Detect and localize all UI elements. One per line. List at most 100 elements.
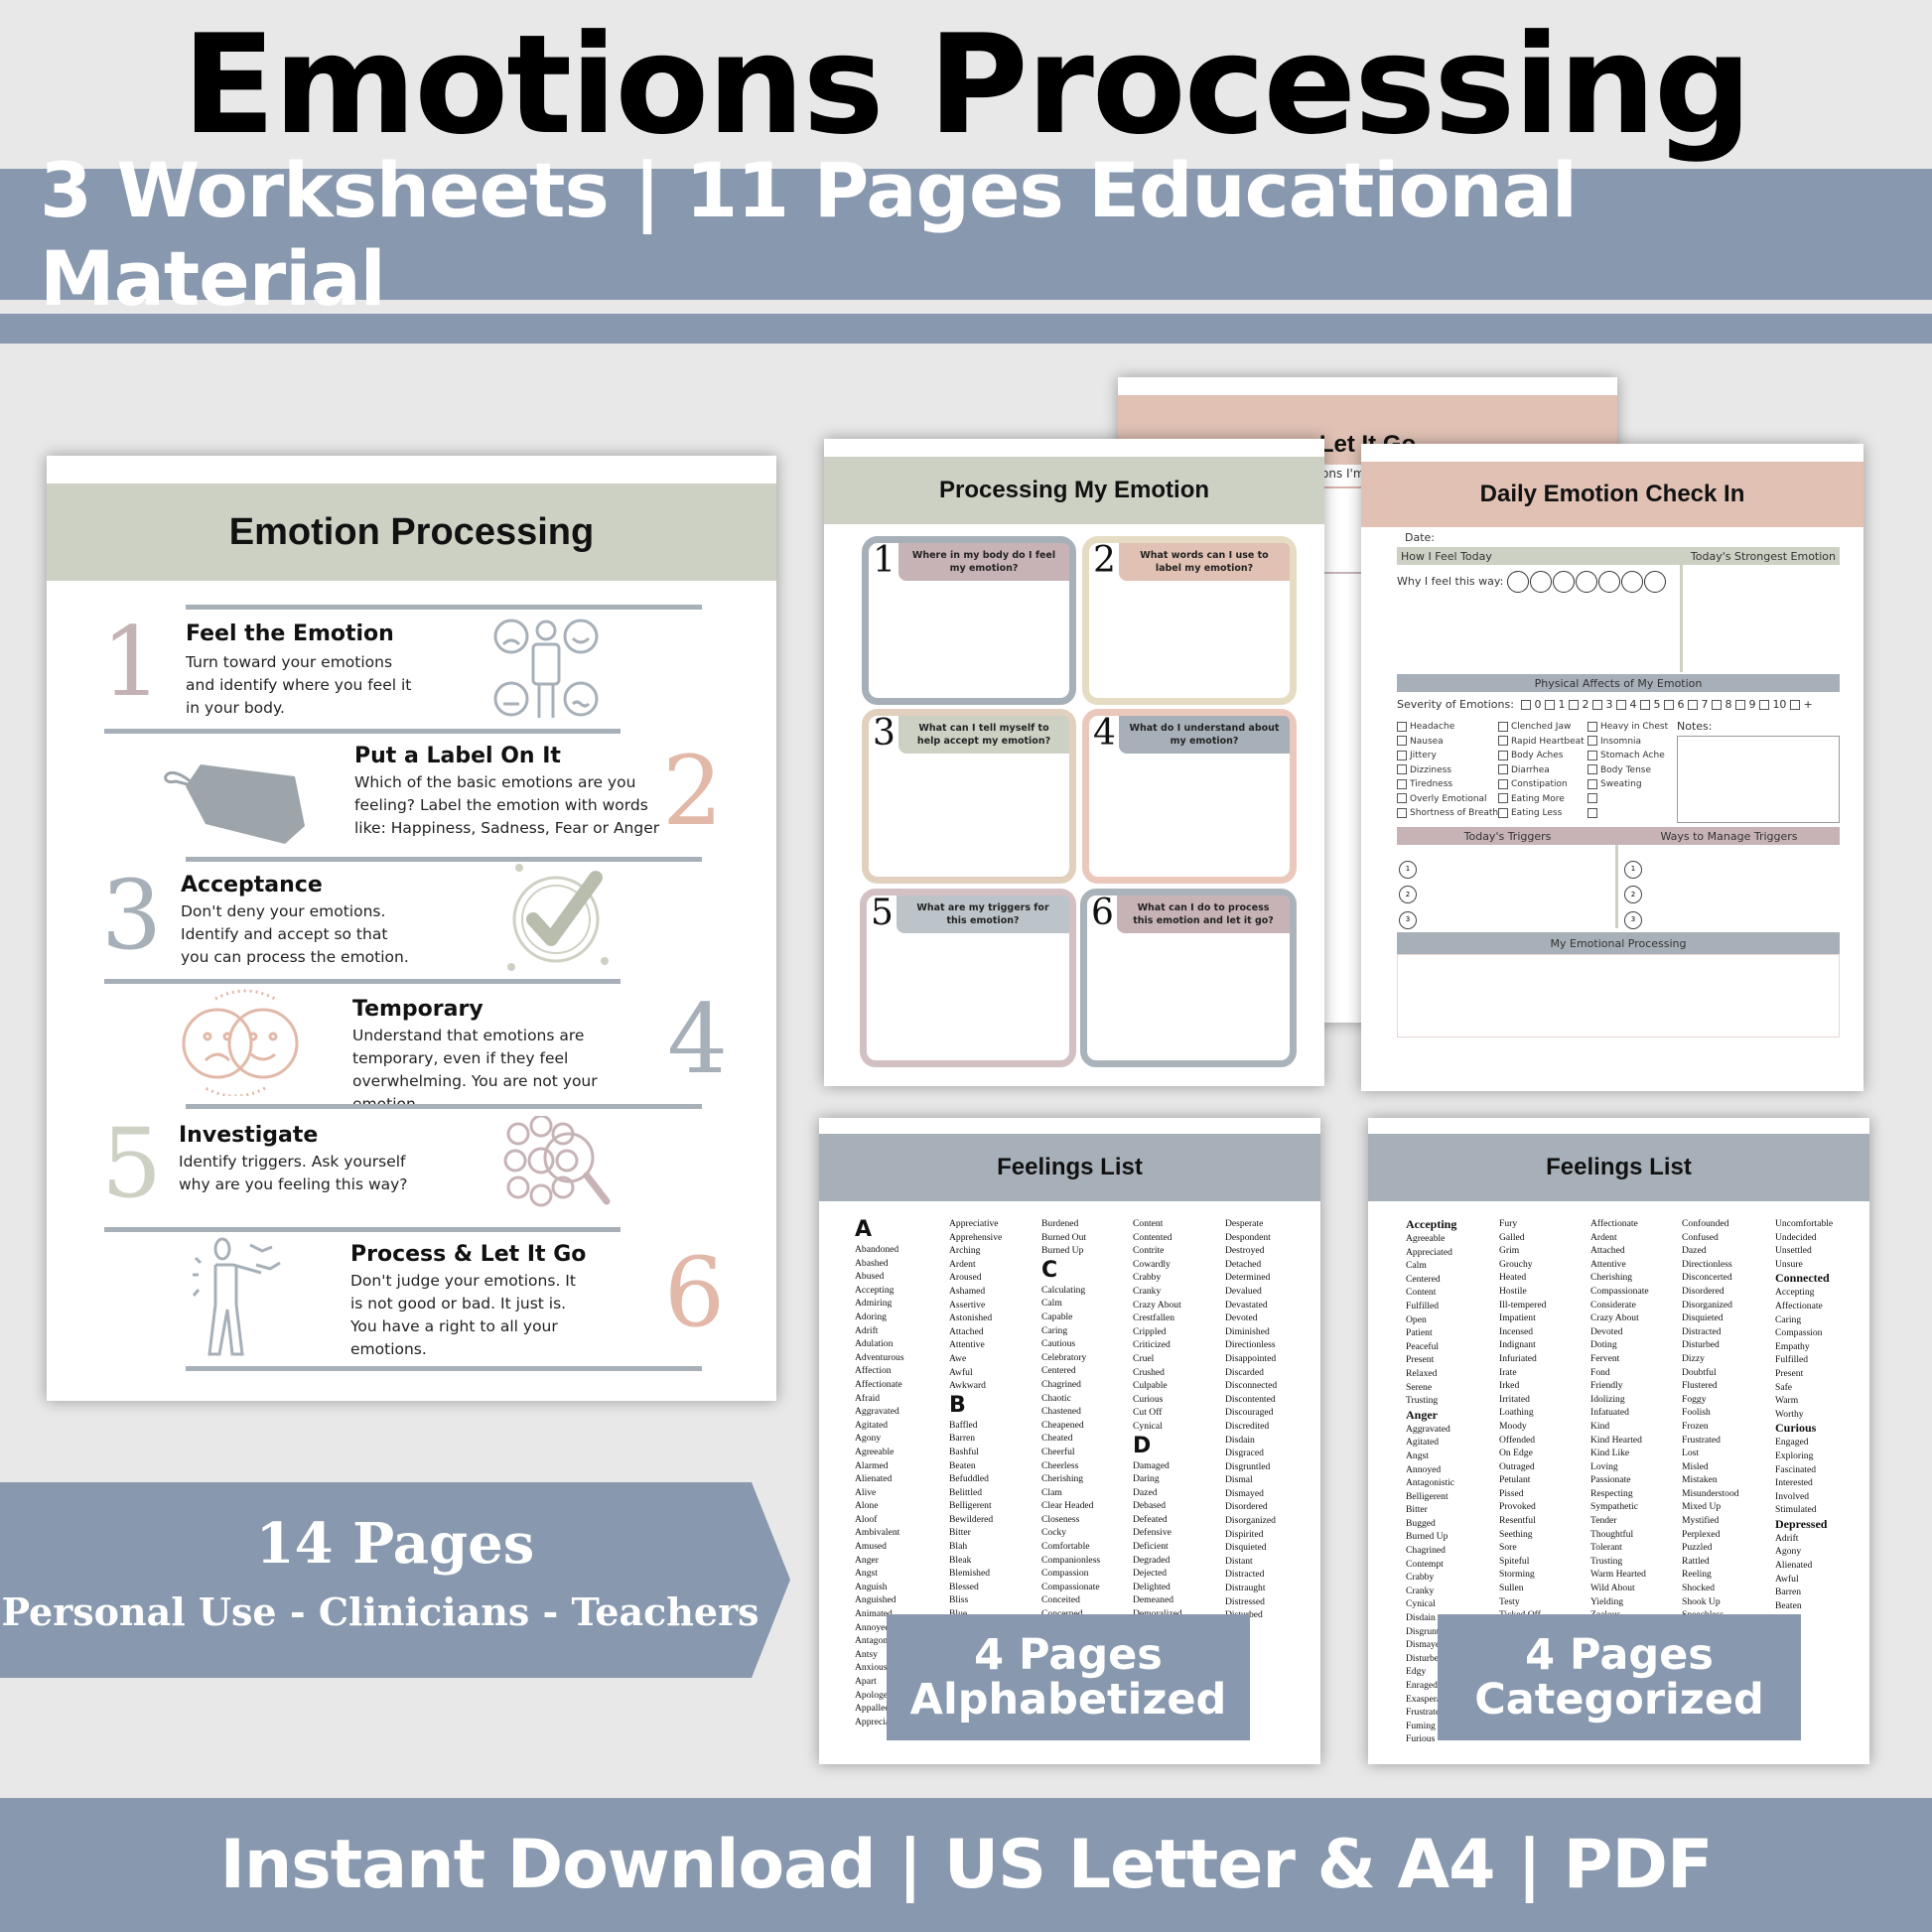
checkbox[interactable] [1587, 793, 1597, 803]
checkbox[interactable] [1759, 700, 1770, 710]
symptom-item[interactable]: Nausea [1397, 735, 1498, 750]
question-box[interactable]: 2 What words can I use to label my emoti… [1082, 536, 1297, 705]
feeling-word: Frustrated [1682, 1434, 1721, 1446]
trigger-slot[interactable]: 2 [1399, 879, 1417, 903]
feeling-word: Angst [1406, 1449, 1429, 1461]
symptom-item[interactable]: Eating Less [1498, 806, 1585, 821]
severity-option[interactable]: 8 [1712, 698, 1731, 711]
symptom-label: Heavy in Chest [1600, 722, 1669, 732]
symptom-item[interactable]: Tiredness [1397, 777, 1498, 792]
checkbox[interactable] [1397, 764, 1407, 774]
severity-option[interactable]: 6 [1664, 698, 1684, 711]
checkbox[interactable] [1521, 700, 1532, 710]
checkbox[interactable] [1397, 750, 1407, 760]
checkbox[interactable] [1587, 736, 1597, 746]
notes-box[interactable] [1677, 736, 1840, 823]
checkbox[interactable] [1664, 700, 1675, 710]
symptom-item[interactable]: Insomnia [1587, 735, 1668, 750]
severity-option[interactable]: 3 [1592, 698, 1612, 711]
symptom-item[interactable] [1587, 792, 1668, 807]
feeling-word: Dispirited [1225, 1528, 1264, 1540]
feeling-word: Unsettled [1775, 1245, 1812, 1257]
symptom-item[interactable]: Body Tense [1587, 763, 1668, 778]
symptom-item[interactable]: Dizziness [1397, 763, 1498, 778]
feeling-word: Adulation [855, 1338, 894, 1350]
checkbox[interactable] [1735, 700, 1746, 710]
checkbox[interactable] [1587, 721, 1597, 732]
severity-option[interactable]: 9 [1735, 698, 1755, 711]
symptom-item[interactable]: Constipation [1498, 777, 1585, 792]
face-sad-icon[interactable] [1529, 571, 1552, 593]
face-neutral-icon[interactable] [1620, 571, 1643, 593]
symptom-label: Body Tense [1600, 764, 1652, 775]
question-box[interactable]: 4 What do I understand about my emotion? [1082, 709, 1297, 884]
checkbox[interactable] [1397, 778, 1407, 789]
checkbox[interactable] [1397, 721, 1407, 732]
trigger-slot[interactable]: 1 [1624, 853, 1642, 879]
checkbox[interactable] [1498, 807, 1508, 818]
severity-option[interactable]: 4 [1616, 698, 1636, 711]
trigger-slot[interactable]: 1 [1399, 853, 1417, 879]
question-box[interactable]: 1 Where in my body do I feel my emotion? [862, 536, 1076, 705]
question-box[interactable]: 5 What are my triggers for this emotion? [860, 889, 1076, 1067]
symptom-item[interactable]: Rapid Heartbeat [1498, 735, 1585, 750]
symptom-item[interactable]: Diarrhea [1498, 763, 1585, 778]
face-happy-icon[interactable] [1506, 571, 1529, 593]
symptom-item[interactable]: Clenched Jaw [1498, 720, 1585, 735]
checkbox[interactable] [1397, 793, 1407, 803]
checkbox[interactable] [1498, 736, 1508, 746]
checkbox[interactable] [1587, 764, 1597, 774]
checkbox[interactable] [1587, 750, 1597, 760]
checkbox[interactable] [1498, 750, 1508, 760]
symptom-item[interactable]: Body Aches [1498, 749, 1585, 763]
symptom-item[interactable]: Sweating [1587, 777, 1668, 792]
trigger-slot[interactable]: 2 [1624, 879, 1642, 903]
question-number: 4 [1093, 713, 1116, 754]
checkbox[interactable] [1616, 700, 1627, 710]
checkbox[interactable] [1498, 721, 1508, 732]
symptom-item[interactable]: Stomach Ache [1587, 749, 1668, 763]
severity-option[interactable]: 2 [1569, 698, 1588, 711]
checkbox[interactable] [1712, 700, 1723, 710]
checkbox[interactable] [1592, 700, 1603, 710]
checkbox[interactable] [1569, 700, 1580, 710]
severity-option[interactable]: 10 [1759, 698, 1786, 711]
symptom-item[interactable]: Headache [1397, 720, 1498, 735]
severity-option[interactable]: 7 [1688, 698, 1708, 711]
checkbox[interactable] [1587, 778, 1597, 789]
severity-value: 7 [1701, 698, 1709, 711]
question-box[interactable]: 3 What can I tell myself to help accept … [862, 709, 1076, 884]
trigger-slot[interactable]: 3 [1399, 903, 1417, 929]
checkbox[interactable] [1498, 778, 1508, 789]
checkbox[interactable] [1640, 700, 1651, 710]
face-blank-icon[interactable] [1643, 571, 1666, 593]
face-angry-icon[interactable] [1597, 571, 1620, 593]
checkbox[interactable] [1790, 700, 1801, 710]
question-box[interactable]: 6 What can I do to process this emotion … [1080, 889, 1297, 1067]
feeling-word: Degraded [1133, 1554, 1171, 1566]
symptom-item[interactable]: Shortness of Breath [1397, 806, 1498, 821]
checkbox[interactable] [1587, 807, 1597, 818]
checkbox[interactable] [1397, 736, 1407, 746]
checkbox[interactable] [1545, 700, 1556, 710]
severity-option[interactable]: + [1790, 698, 1813, 711]
processing-box[interactable] [1397, 954, 1840, 1037]
face-crying-icon[interactable] [1552, 571, 1575, 593]
checkbox[interactable] [1498, 793, 1508, 803]
symptom-item[interactable]: Eating More [1498, 792, 1585, 807]
symptom-item[interactable]: Overly Emotional [1397, 792, 1498, 807]
checkbox[interactable] [1498, 764, 1508, 774]
trigger-slot[interactable]: 3 [1624, 903, 1642, 929]
checkbox[interactable] [1688, 700, 1699, 710]
symptom-item[interactable]: Heavy in Chest [1587, 720, 1668, 735]
checkbox[interactable] [1397, 807, 1407, 818]
face-tired-icon[interactable] [1575, 571, 1597, 593]
severity-option[interactable]: 0 [1521, 698, 1541, 711]
symptom-item[interactable]: Jittery [1397, 749, 1498, 763]
symptom-item[interactable] [1587, 806, 1668, 821]
feeling-word: Devalued [1225, 1285, 1262, 1297]
severity-option[interactable]: 1 [1545, 698, 1565, 711]
severity-option[interactable]: 5 [1640, 698, 1660, 711]
feeling-word: Respecting [1590, 1487, 1633, 1499]
feeling-word: Agony [1775, 1546, 1802, 1558]
